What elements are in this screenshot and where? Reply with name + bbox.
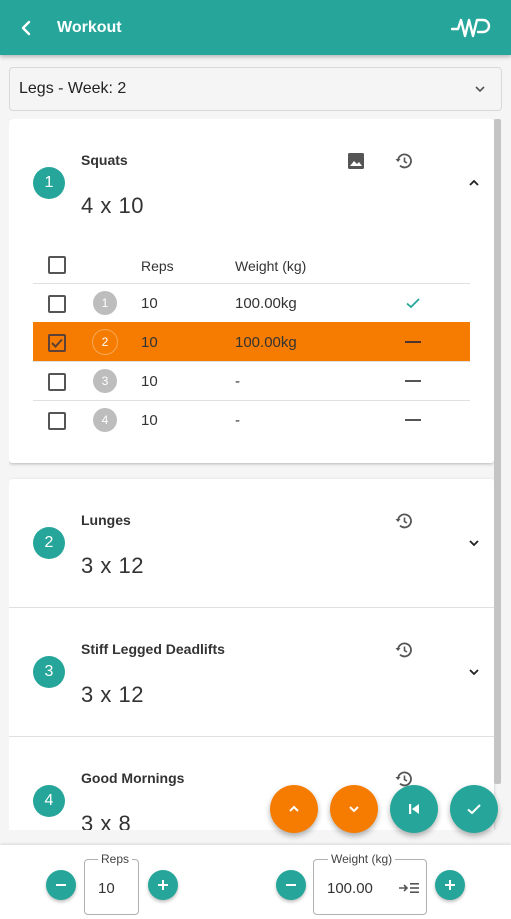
app-logo: [450, 14, 497, 45]
chevron-down-icon: [475, 86, 485, 93]
set-weight: 100.00kg: [235, 334, 297, 351]
exercise-card-group: 2 Lunges 3 x 12 3 Stiff Legged Deadlifts…: [9, 479, 494, 830]
back-arrow-icon: [21, 20, 31, 35]
checkmark-icon: [51, 338, 63, 348]
history-button[interactable]: [392, 509, 416, 533]
back-button[interactable]: [2, 0, 50, 55]
page-title: Workout: [57, 18, 122, 36]
set-weight: -: [235, 373, 240, 390]
plus-icon: [158, 880, 168, 890]
reps-label: Reps: [98, 852, 133, 866]
dash-icon: [403, 410, 423, 430]
chevron-up-icon: [289, 805, 299, 812]
set-number-badge: 1: [93, 291, 117, 315]
minus-icon: [56, 884, 66, 886]
exercise-number: 3: [33, 656, 65, 688]
exercise-sets: 3 x 12: [81, 553, 144, 578]
exercise-card-squats: 1 Squats 4 x 10 Reps Weight (kg) 1 10 10…: [9, 119, 494, 463]
exercise-sets: 3 x 8: [81, 811, 132, 830]
check-icon: [467, 804, 481, 815]
set-reps: 10: [141, 412, 158, 429]
set-weight: -: [235, 412, 240, 429]
move-up-button[interactable]: [270, 785, 318, 833]
minus-icon: [286, 884, 296, 886]
set-reps: 10: [141, 334, 158, 351]
dash-icon: [403, 371, 423, 391]
exercise-sets: 4 x 10: [81, 193, 144, 218]
reps-field[interactable]: Reps 10: [84, 852, 139, 915]
history-button[interactable]: [392, 149, 416, 173]
previous-button[interactable]: [390, 785, 438, 833]
workout-select-value: Legs - Week: 2: [19, 80, 127, 97]
exercise-number: 4: [33, 785, 65, 817]
exercise-list[interactable]: 1 Squats 4 x 10 Reps Weight (kg) 1 10 10…: [9, 119, 503, 830]
check-icon: [403, 293, 423, 313]
set-reps: 10: [141, 373, 158, 390]
history-icon: [395, 513, 412, 529]
set-number-badge: 2: [93, 330, 117, 354]
expand-button[interactable]: [462, 531, 486, 555]
exercise-name: Squats: [81, 152, 128, 168]
exercise-sets: 3 x 12: [81, 682, 144, 707]
weight-increment-button[interactable]: [435, 870, 465, 900]
set-checkbox[interactable]: [48, 373, 66, 391]
exercise-card-lunges[interactable]: 2 Lunges 3 x 12: [9, 479, 494, 608]
chevron-down-icon: [469, 540, 479, 547]
weight-value: 100.00: [327, 880, 373, 897]
finish-workout-button[interactable]: [450, 785, 498, 833]
scrollbar[interactable]: [494, 119, 501, 784]
weight-field[interactable]: Weight (kg) 100.00: [313, 852, 427, 915]
expand-button[interactable]: [462, 660, 486, 684]
exercise-name: Stiff Legged Deadlifts: [81, 641, 225, 657]
history-button[interactable]: [392, 638, 416, 662]
weight-header: Weight (kg): [235, 258, 307, 274]
set-row-4[interactable]: 4 10 -: [33, 400, 470, 439]
reps-increment-button[interactable]: [148, 870, 178, 900]
app-bar: Workout: [0, 0, 511, 55]
set-input-bar: Reps 10 Weight (kg) 100.00: [0, 845, 511, 919]
set-number-badge: 3: [93, 369, 117, 393]
set-weight: 100.00kg: [235, 295, 297, 312]
set-row-1[interactable]: 1 10 100.00kg: [33, 283, 470, 322]
fill-weight-icon[interactable]: [398, 881, 420, 895]
chevron-up-icon: [469, 179, 479, 186]
history-icon: [395, 642, 412, 658]
set-reps: 10: [141, 295, 158, 312]
reps-decrement-button[interactable]: [46, 870, 76, 900]
reps-header: Reps: [141, 258, 174, 274]
set-checkbox[interactable]: [48, 334, 66, 352]
plus-icon: [445, 880, 455, 890]
image-button[interactable]: [344, 149, 368, 173]
set-checkbox[interactable]: [48, 412, 66, 430]
weight-label: Weight (kg): [328, 852, 396, 866]
exercise-name: Lunges: [81, 512, 131, 528]
exercise-number: 2: [33, 527, 65, 559]
chevron-down-icon: [349, 806, 359, 813]
exercise-number: 1: [33, 167, 65, 199]
weight-decrement-button[interactable]: [276, 870, 306, 900]
exercise-card-stiff-legged-deadlifts[interactable]: 3 Stiff Legged Deadlifts 3 x 12: [9, 608, 494, 737]
workout-select[interactable]: Legs - Week: 2: [9, 67, 502, 111]
reps-value: 10: [98, 880, 115, 897]
collapse-button[interactable]: [462, 171, 486, 195]
set-row-3[interactable]: 3 10 -: [33, 361, 470, 400]
dash-icon: [403, 332, 423, 352]
set-checkbox[interactable]: [48, 295, 66, 313]
history-icon: [395, 153, 412, 169]
image-icon: [348, 153, 364, 169]
select-all-checkbox[interactable]: [48, 256, 66, 274]
set-number-badge: 4: [93, 408, 117, 432]
exercise-name: Good Mornings: [81, 770, 185, 786]
skip-previous-icon: [409, 804, 419, 814]
set-row-2[interactable]: 2 10 100.00kg: [33, 322, 470, 361]
chevron-down-icon: [469, 669, 479, 676]
move-down-button[interactable]: [330, 785, 378, 833]
